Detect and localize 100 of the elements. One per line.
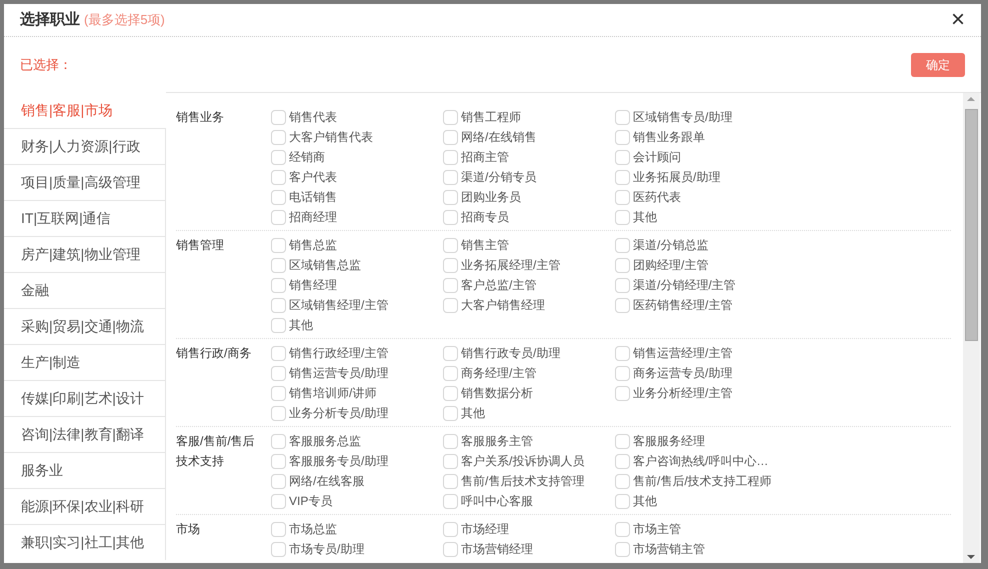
category-tab[interactable]: 传媒|印刷|艺术|设计 (4, 380, 166, 416)
checkbox[interactable] (271, 150, 286, 164)
scrollbar[interactable] (963, 93, 980, 563)
scroll-up-icon[interactable] (967, 97, 975, 101)
option-label: 售前/售后/技术支持工程师 (633, 473, 772, 490)
checkbox[interactable] (443, 210, 458, 224)
group-title: 销售行政/商务 (176, 345, 252, 362)
option-label: 渠道/分销经理/主管 (633, 277, 736, 294)
checkbox[interactable] (271, 542, 286, 556)
checkbox[interactable] (443, 278, 458, 292)
category-tab[interactable]: 能源|环保|农业|科研 (4, 488, 166, 524)
category-tab[interactable]: 房产|建筑|物业管理 (4, 236, 166, 272)
checkbox[interactable] (615, 110, 630, 124)
checkbox[interactable] (271, 298, 286, 312)
checkbox[interactable] (271, 366, 286, 380)
checkbox[interactable] (615, 542, 630, 556)
checkbox[interactable] (271, 454, 286, 468)
checkbox[interactable] (271, 170, 286, 184)
checkbox[interactable] (615, 346, 630, 360)
checkbox[interactable] (271, 238, 286, 252)
close-button[interactable]: × (950, 8, 965, 32)
checkbox[interactable] (443, 130, 458, 144)
checkbox[interactable] (443, 238, 458, 252)
checkbox[interactable] (615, 190, 630, 204)
selected-label: 已选择： (20, 56, 72, 74)
option-label: 其他 (633, 493, 657, 510)
option-label: 大客户销售经理 (461, 297, 545, 314)
option-label: 业务拓展经理/主管 (461, 257, 560, 274)
option-label: 销售数据分析 (461, 385, 533, 402)
checkbox[interactable] (271, 386, 286, 400)
checkbox[interactable] (271, 434, 286, 448)
checkbox[interactable] (443, 298, 458, 312)
checkbox[interactable] (615, 278, 630, 292)
checkbox[interactable] (615, 434, 630, 448)
checkbox[interactable] (271, 190, 286, 204)
group-title: 销售业务 (176, 109, 225, 126)
checkbox[interactable] (271, 130, 286, 144)
option-label: 其他 (633, 209, 657, 226)
checkbox[interactable] (615, 150, 630, 164)
option-label: 业务拓展员/助理 (633, 169, 720, 186)
checkbox[interactable] (615, 130, 630, 144)
checkbox[interactable] (271, 258, 286, 272)
dialog-title: 选择职业 (20, 10, 80, 30)
checkbox[interactable] (615, 522, 630, 536)
checkbox[interactable] (271, 494, 286, 508)
checkbox[interactable] (271, 406, 286, 420)
checkbox[interactable] (615, 386, 630, 400)
checkbox[interactable] (443, 406, 458, 420)
option-label: 网络/在线客服 (289, 473, 364, 490)
checkbox[interactable] (443, 454, 458, 468)
checkbox[interactable] (615, 366, 630, 380)
checkbox[interactable] (271, 278, 286, 292)
option-label: 销售运营专员/助理 (289, 365, 388, 382)
group-title: 销售管理 (176, 237, 225, 254)
checkbox[interactable] (443, 434, 458, 448)
checkbox[interactable] (443, 170, 458, 184)
checkbox[interactable] (615, 210, 630, 224)
checkbox[interactable] (443, 150, 458, 164)
category-tab[interactable]: 项目|质量|高级管理 (4, 164, 166, 200)
checkbox[interactable] (443, 190, 458, 204)
checkbox[interactable] (615, 238, 630, 252)
checkbox[interactable] (443, 474, 458, 488)
checkbox[interactable] (615, 298, 630, 312)
option-label: 销售经理 (289, 277, 337, 294)
option-label: 大客户销售代表 (289, 129, 373, 146)
checkbox[interactable] (443, 542, 458, 556)
checkbox[interactable] (271, 474, 286, 488)
category-tab[interactable]: 服务业 (4, 452, 166, 488)
checkbox[interactable] (615, 474, 630, 488)
category-tab[interactable]: 采购|贸易|交通|物流 (4, 308, 166, 344)
checkbox[interactable] (615, 258, 630, 272)
checkbox[interactable] (443, 346, 458, 360)
checkbox[interactable] (271, 210, 286, 224)
option-label: 经销商 (289, 149, 325, 166)
checkbox[interactable] (443, 110, 458, 124)
option-label: VIP专员 (289, 493, 332, 510)
group-title: 市场 (176, 521, 201, 538)
option-label: 业务分析经理/主管 (633, 385, 732, 402)
category-tab[interactable]: IT|互联网|通信 (4, 200, 166, 236)
checkbox[interactable] (443, 386, 458, 400)
checkbox[interactable] (615, 494, 630, 508)
checkbox[interactable] (271, 318, 286, 332)
scrollbar-thumb[interactable] (965, 109, 978, 341)
category-tab[interactable]: 生产|制造 (4, 344, 166, 380)
checkbox[interactable] (615, 170, 630, 184)
option-label: 会计顾问 (633, 149, 681, 166)
checkbox[interactable] (443, 366, 458, 380)
category-tab[interactable]: 兼职|实习|社工|其他 (4, 524, 166, 560)
category-tab[interactable]: 咨询|法律|教育|翻译 (4, 416, 166, 452)
checkbox[interactable] (271, 522, 286, 536)
option-label: 销售主管 (461, 237, 509, 254)
category-tab[interactable]: 金融 (4, 272, 166, 308)
checkbox[interactable] (615, 454, 630, 468)
checkbox[interactable] (443, 522, 458, 536)
checkbox[interactable] (271, 110, 286, 124)
checkbox[interactable] (443, 494, 458, 508)
checkbox[interactable] (443, 258, 458, 272)
scroll-down-icon[interactable] (967, 555, 975, 559)
category-tab[interactable]: 财务|人力资源|行政 (4, 128, 166, 164)
checkbox[interactable] (271, 346, 286, 360)
